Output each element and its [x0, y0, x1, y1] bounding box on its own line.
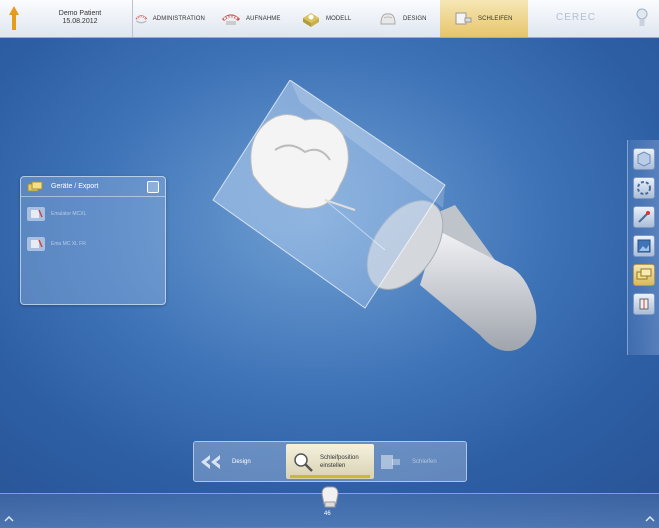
- devices-icon: [636, 268, 652, 280]
- gear-tool-icon: [639, 298, 649, 310]
- step-modell-label: MODELL: [326, 15, 352, 22]
- patient-info[interactable]: Demo Patient 15.08.2012: [28, 0, 133, 37]
- device-item[interactable]: Emulator MCXL: [26, 205, 86, 223]
- device-label: Emulator MCXL: [51, 211, 87, 217]
- scan-jaw-icon: [221, 14, 241, 25]
- chevron-up-right-icon[interactable]: [645, 516, 655, 522]
- step-aufnahme-label: AUFNAHME: [246, 15, 281, 22]
- milling-next-label: Schleifen: [412, 458, 437, 465]
- tools-icon: [638, 211, 650, 223]
- double-chevron-left-icon: [201, 454, 220, 469]
- home-exit-icon[interactable]: [7, 6, 21, 30]
- workflow-steps: ADMINISTRATION AUFNAHME MODELL DESIGN SC…: [133, 0, 528, 37]
- milling-machine-icon: [27, 237, 45, 251]
- tooth-icon[interactable]: [318, 484, 342, 510]
- settings-button[interactable]: [633, 293, 655, 315]
- tools-button[interactable]: [633, 206, 655, 228]
- cube-view-icon: [637, 151, 651, 167]
- set-milling-position-text: Schleifposition einstellen: [320, 454, 359, 470]
- set-milling-position-line1: Schleifposition: [320, 454, 359, 461]
- bottom-action-bar: Design Schleifposition einstellen Schlei…: [193, 441, 467, 482]
- patient-date: 15.08.2012: [62, 18, 98, 25]
- design-icon: [380, 12, 396, 24]
- step-schleifen[interactable]: SCHLEIFEN: [440, 0, 528, 37]
- devices-icon: [27, 181, 43, 191]
- step-design[interactable]: DESIGN: [378, 0, 438, 37]
- panel-title: Geräte / Export: [51, 183, 99, 190]
- back-design-label: Design: [232, 458, 251, 465]
- jaw-icon: [135, 14, 148, 23]
- brand-logo: CEREC: [556, 12, 597, 23]
- magnifier-tooth-icon: [294, 452, 313, 472]
- step-aufnahme[interactable]: AUFNAHME: [221, 0, 291, 37]
- step-modell[interactable]: MODELL: [301, 0, 361, 37]
- milling-next-button[interactable]: Schleifen: [378, 444, 462, 479]
- picture-icon: [637, 239, 651, 253]
- step-administration[interactable]: ADMINISTRATION: [135, 0, 205, 37]
- pin-panel-button[interactable]: [147, 181, 159, 193]
- step-schleifen-label: SCHLEIFEN: [478, 15, 513, 22]
- device-item[interactable]: Emu MC XL FR: [26, 235, 86, 253]
- right-toolbar: [627, 140, 659, 355]
- devices-export-panel: Geräte / Export Emulator MCXL Emu MC XL …: [20, 176, 166, 305]
- rotate-button[interactable]: [633, 177, 655, 199]
- step-administration-label: ADMINISTRATION: [152, 15, 205, 22]
- model-icon: [303, 12, 319, 27]
- milling-icon: [455, 12, 472, 24]
- tooth-number: 46: [324, 511, 331, 517]
- patient-name: Demo Patient: [58, 10, 102, 17]
- set-milling-position-button[interactable]: Schleifposition einstellen: [286, 444, 374, 479]
- set-milling-position-line2: einstellen: [320, 462, 346, 469]
- top-navigation-bar: Demo Patient 15.08.2012 ADMINISTRATION A…: [0, 0, 659, 38]
- chevron-up-left-icon[interactable]: [4, 516, 14, 522]
- rotate-icon: [637, 181, 651, 195]
- milling-block-3d-view[interactable]: [205, 80, 550, 365]
- step-design-label: DESIGN: [403, 15, 427, 22]
- view-cube-button[interactable]: [633, 148, 655, 170]
- active-underline: [290, 475, 370, 478]
- devices-button[interactable]: [633, 264, 655, 286]
- lightbulb-help-icon[interactable]: [636, 6, 648, 30]
- milling-block-icon: [381, 454, 400, 469]
- panel-header: Geräte / Export: [21, 177, 165, 197]
- device-label: Emu MC XL FR: [51, 241, 86, 247]
- milling-machine-icon: [27, 207, 45, 221]
- back-design-button[interactable]: Design: [198, 444, 282, 479]
- screenshot-button[interactable]: [633, 235, 655, 257]
